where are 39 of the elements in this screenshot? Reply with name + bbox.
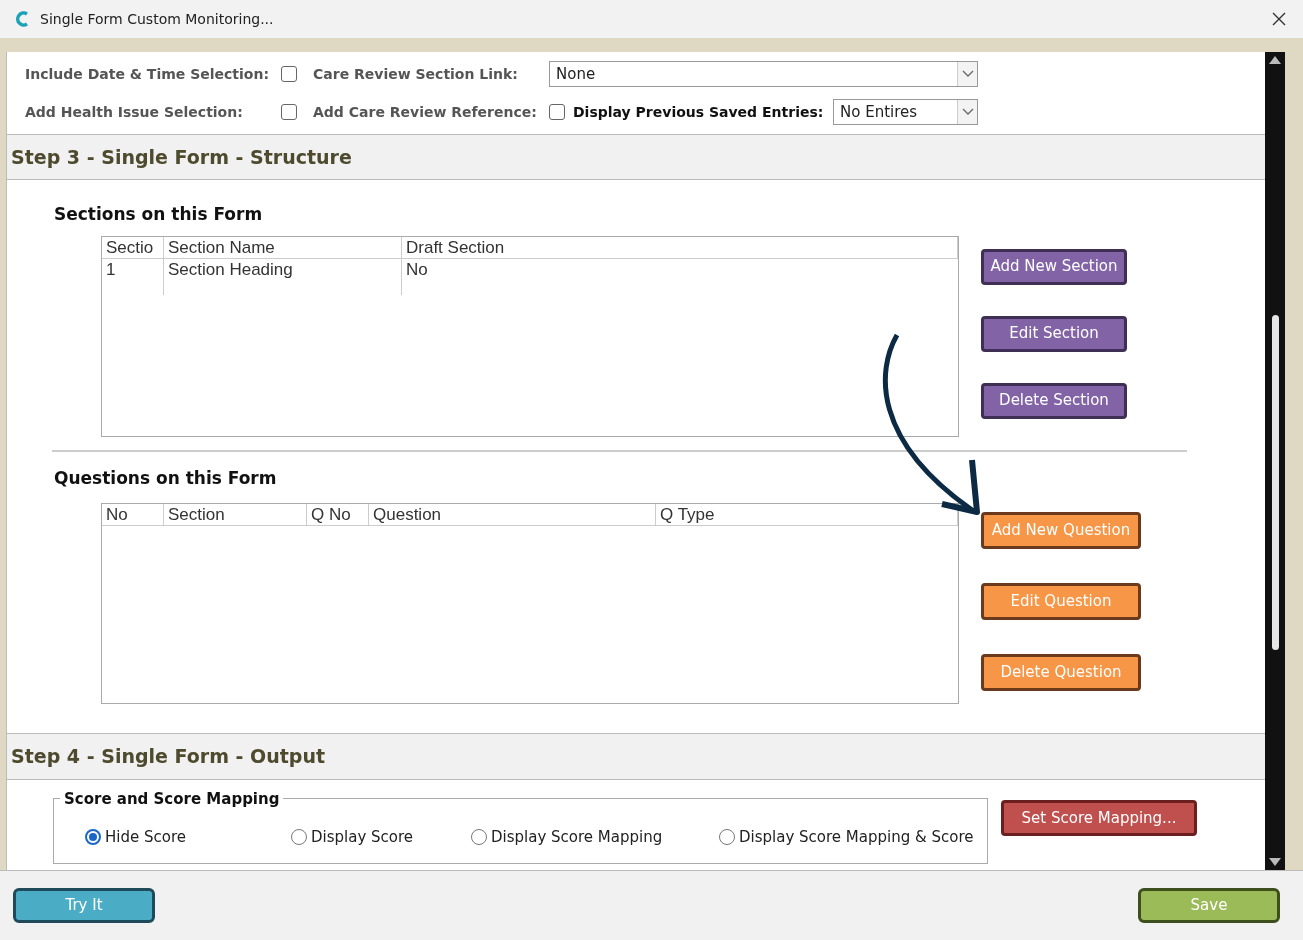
section-header: Step 3 - Single Form - Structure bbox=[7, 134, 1265, 180]
window-title: Single Form Custom Monitoring... bbox=[40, 9, 275, 29]
table-cell: Section Heading bbox=[164, 258, 402, 295]
column-header[interactable]: Sectio bbox=[102, 236, 164, 258]
subsection-heading: Sections on this Form bbox=[54, 204, 263, 224]
scrollbar[interactable] bbox=[1265, 52, 1285, 870]
radio-button[interactable] bbox=[85, 829, 101, 845]
chevron-down-icon bbox=[957, 100, 977, 124]
column-header[interactable]: No bbox=[102, 504, 164, 525]
section-button[interactable]: Add New Section bbox=[981, 248, 1127, 285]
option-label: Include Date & Time Selection: bbox=[25, 64, 270, 84]
radio-label: Display Score Mapping bbox=[491, 826, 663, 848]
set-score-mapping-button[interactable]: Set Score Mapping... bbox=[1001, 800, 1197, 836]
column-header[interactable]: Section bbox=[164, 504, 307, 525]
checkbox[interactable] bbox=[549, 104, 565, 120]
subsection-heading: Questions on this Form bbox=[54, 467, 277, 488]
chevron-down-icon bbox=[957, 62, 977, 86]
section-header: Step 4 - Single Form - Output bbox=[7, 733, 1265, 780]
dropdown[interactable]: None bbox=[549, 61, 978, 87]
column-header[interactable]: Q No bbox=[307, 504, 369, 525]
dropdown[interactable]: No Entires bbox=[833, 99, 978, 125]
option-label: Add Care Review Reference: bbox=[313, 102, 538, 122]
option-label: Add Health Issue Selection: bbox=[25, 102, 244, 122]
column-header[interactable]: Question bbox=[369, 504, 656, 525]
section-button[interactable]: Delete Section bbox=[981, 382, 1127, 419]
section-button[interactable]: Edit Section bbox=[981, 315, 1127, 352]
table-cell-text: No bbox=[405, 258, 429, 281]
option-label: Display Previous Saved Entries: bbox=[573, 102, 825, 122]
column-header[interactable]: Q Type bbox=[656, 504, 958, 525]
checkbox[interactable] bbox=[281, 104, 297, 120]
column-header[interactable]: Section Name bbox=[164, 236, 402, 258]
checkbox[interactable] bbox=[281, 66, 297, 82]
table-cell: 1 bbox=[102, 258, 164, 295]
radio-label: Display Score bbox=[311, 826, 414, 848]
column-header[interactable]: Draft Section bbox=[402, 236, 958, 258]
close-icon bbox=[1272, 12, 1286, 26]
radio-label: Hide Score bbox=[105, 826, 186, 848]
radio-label: Display Score Mapping & Score bbox=[739, 826, 974, 848]
option-label: Care Review Section Link: bbox=[313, 64, 519, 84]
